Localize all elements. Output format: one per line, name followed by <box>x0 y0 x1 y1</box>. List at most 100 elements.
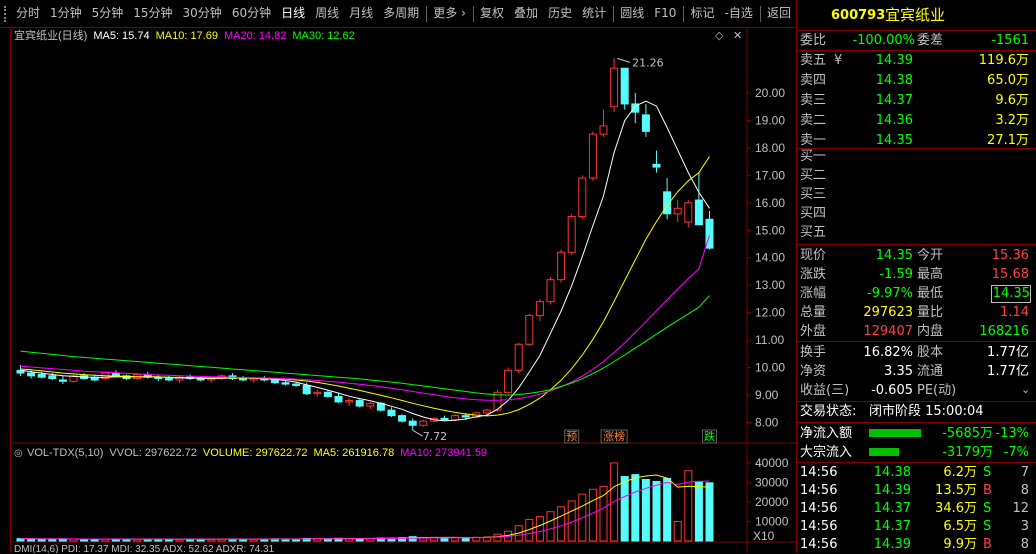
toolbar-item[interactable]: 返回 <box>762 0 796 27</box>
toolbar-item[interactable]: 5分钟 <box>87 0 129 27</box>
candle-body <box>49 376 56 379</box>
header-ma10: MA10: 17.69 <box>156 30 218 42</box>
toolbar-item[interactable]: 月线 <box>344 0 378 27</box>
price-tick-label: 10.00 <box>755 361 785 375</box>
tick-row: 14:5614.386.2万S7 <box>797 463 1036 482</box>
trade-status-label: 交易状态: <box>800 402 880 421</box>
bid-label: 买四 <box>800 204 840 223</box>
stat-row: 涨幅-9.97%最低14.35 <box>797 284 1036 303</box>
toolbar-item[interactable]: 圆线 <box>615 0 649 27</box>
fundamental-value: 1.77亿 <box>957 362 1029 381</box>
vol-tick-label: 20000 <box>755 495 789 509</box>
ask-volume: 119.6万 <box>937 51 1029 70</box>
candle-body <box>621 68 628 104</box>
toolbar-item[interactable]: 历史 <box>543 0 577 27</box>
toolbar-item[interactable]: 标记 <box>686 0 720 27</box>
chevron-down-icon[interactable]: ⌄ <box>1021 383 1030 396</box>
stat-row: 现价14.35今开15.36 <box>797 246 1036 265</box>
tick-volume: 34.6万 <box>917 499 977 518</box>
candle-body <box>441 418 448 419</box>
stat-label: 外盘 <box>800 322 840 341</box>
tick-row: 14:5614.3913.5万B8 <box>797 481 1036 500</box>
toolbar-item[interactable]: F10 <box>649 0 681 27</box>
bid-label: 买一 <box>800 147 840 166</box>
candle-body <box>515 344 522 370</box>
toolbar-item[interactable]: 周线 <box>310 0 344 27</box>
flow-value: -5685万 <box>923 424 993 443</box>
tick-row: 14:5614.3734.6万S12 <box>797 499 1036 518</box>
close-icon[interactable]: ✕ <box>733 29 742 42</box>
candle-body <box>642 115 649 131</box>
toolbar-item[interactable]: -自选 <box>720 0 758 27</box>
bid-label: 买三 <box>800 185 840 204</box>
ask-row: 卖四14.3865.0万 <box>797 71 1036 90</box>
diamond-icon[interactable]: ◇ <box>715 29 724 42</box>
toolbar-item[interactable]: 1分钟 <box>45 0 87 27</box>
flow-percent: -13% <box>993 424 1029 443</box>
ask-label: 卖二 <box>800 111 834 130</box>
toolbar-grip[interactable] <box>4 6 7 22</box>
stat-label: 内盘 <box>917 322 957 341</box>
toolbar-item[interactable]: 60分钟 <box>227 0 276 27</box>
toolbar-item[interactable]: 统计 <box>577 0 611 27</box>
volume-bar <box>664 479 671 541</box>
tick-side: B <box>983 481 997 500</box>
toolbar-item[interactable]: 多周期 <box>378 0 424 27</box>
ask-flag: ¥ <box>834 51 846 70</box>
ask-row: 卖五¥14.39119.6万 <box>797 51 1036 70</box>
ask-volume: 9.6万 <box>937 91 1029 110</box>
vol-circle-icon[interactable]: ◎ <box>14 448 23 459</box>
tick-time: 14:56 <box>800 517 840 536</box>
panel-divider <box>797 244 1036 245</box>
tick-price: 14.37 <box>857 517 911 536</box>
tick-side: S <box>983 499 997 518</box>
toolbar-item[interactable]: 更多 › <box>428 0 471 27</box>
toolbar-item[interactable]: 复权 <box>475 0 509 27</box>
tick-volume: 13.5万 <box>917 481 977 500</box>
candle-body <box>558 252 565 279</box>
volume-bar <box>536 517 543 541</box>
vol-header-ma5: MA5: 261916.78 <box>313 447 394 459</box>
stat-value: -9.97% <box>841 284 913 303</box>
candle-body <box>240 379 247 380</box>
price-tick-label: 8.00 <box>755 416 779 430</box>
volume-bar <box>632 475 639 541</box>
toolbar: 分时1分钟5分钟15分钟30分钟60分钟日线周线月线多周期更多 ›复权叠加历史统… <box>0 0 796 28</box>
price-tick-label: 12.00 <box>755 306 785 320</box>
vol-header-vvol: VVOL: 297622.72 <box>109 447 196 459</box>
price-tick-label: 19.00 <box>755 113 785 127</box>
chart-area[interactable]: 宜宾纸业(日线)MA5: 15.74MA10: 17.69MA20: 14.82… <box>10 27 797 553</box>
toolbar-item[interactable]: 30分钟 <box>178 0 227 27</box>
quote-panel: 600793宜宾纸业委比-100.00%委差-1561卖五¥14.39119.6… <box>796 0 1036 553</box>
volume-bar <box>685 471 692 541</box>
fundamental-value: 16.82% <box>847 343 913 362</box>
candle-body <box>367 403 374 406</box>
stat-label: 总量 <box>800 303 840 322</box>
tick-time: 14:56 <box>800 463 840 482</box>
kline-chart[interactable]: 宜宾纸业(日线)MA5: 15.74MA10: 17.69MA20: 14.82… <box>11 27 797 553</box>
fundamental-row: 收益(三)-0.605PE(动) <box>797 381 1036 400</box>
ask-volume: 3.2万 <box>937 111 1029 130</box>
candle-body <box>526 315 533 344</box>
tick-time: 14:56 <box>800 499 840 518</box>
stat-label: 现价 <box>800 246 840 265</box>
tick-volume: 6.2万 <box>917 463 977 482</box>
fundamental-row: 换手16.82%股本1.77亿 <box>797 343 1036 362</box>
toolbar-item[interactable]: 日线 <box>276 0 310 27</box>
candle-body <box>399 416 406 421</box>
price-tick-label: 18.00 <box>755 141 785 155</box>
price-tick-label: 15.00 <box>755 223 785 237</box>
tick-count: 12 <box>1001 499 1029 518</box>
tick-price: 14.38 <box>857 463 911 482</box>
tick-count: 8 <box>1001 481 1029 500</box>
toolbar-item[interactable]: 分时 <box>11 0 45 27</box>
stat-label: 量比 <box>917 303 957 322</box>
toolbar-item[interactable]: 叠加 <box>509 0 543 27</box>
stat-label: 最低 <box>917 284 957 303</box>
toolbar-item[interactable]: 15分钟 <box>128 0 177 27</box>
weibi-label: 委比 <box>800 31 840 50</box>
candle-body <box>462 416 469 417</box>
flow-value: -3179万 <box>923 443 993 462</box>
trade-status-row: 交易状态:闭市阶段 15:00:04 <box>797 402 1036 421</box>
price-tick-label: 14.00 <box>755 251 785 265</box>
